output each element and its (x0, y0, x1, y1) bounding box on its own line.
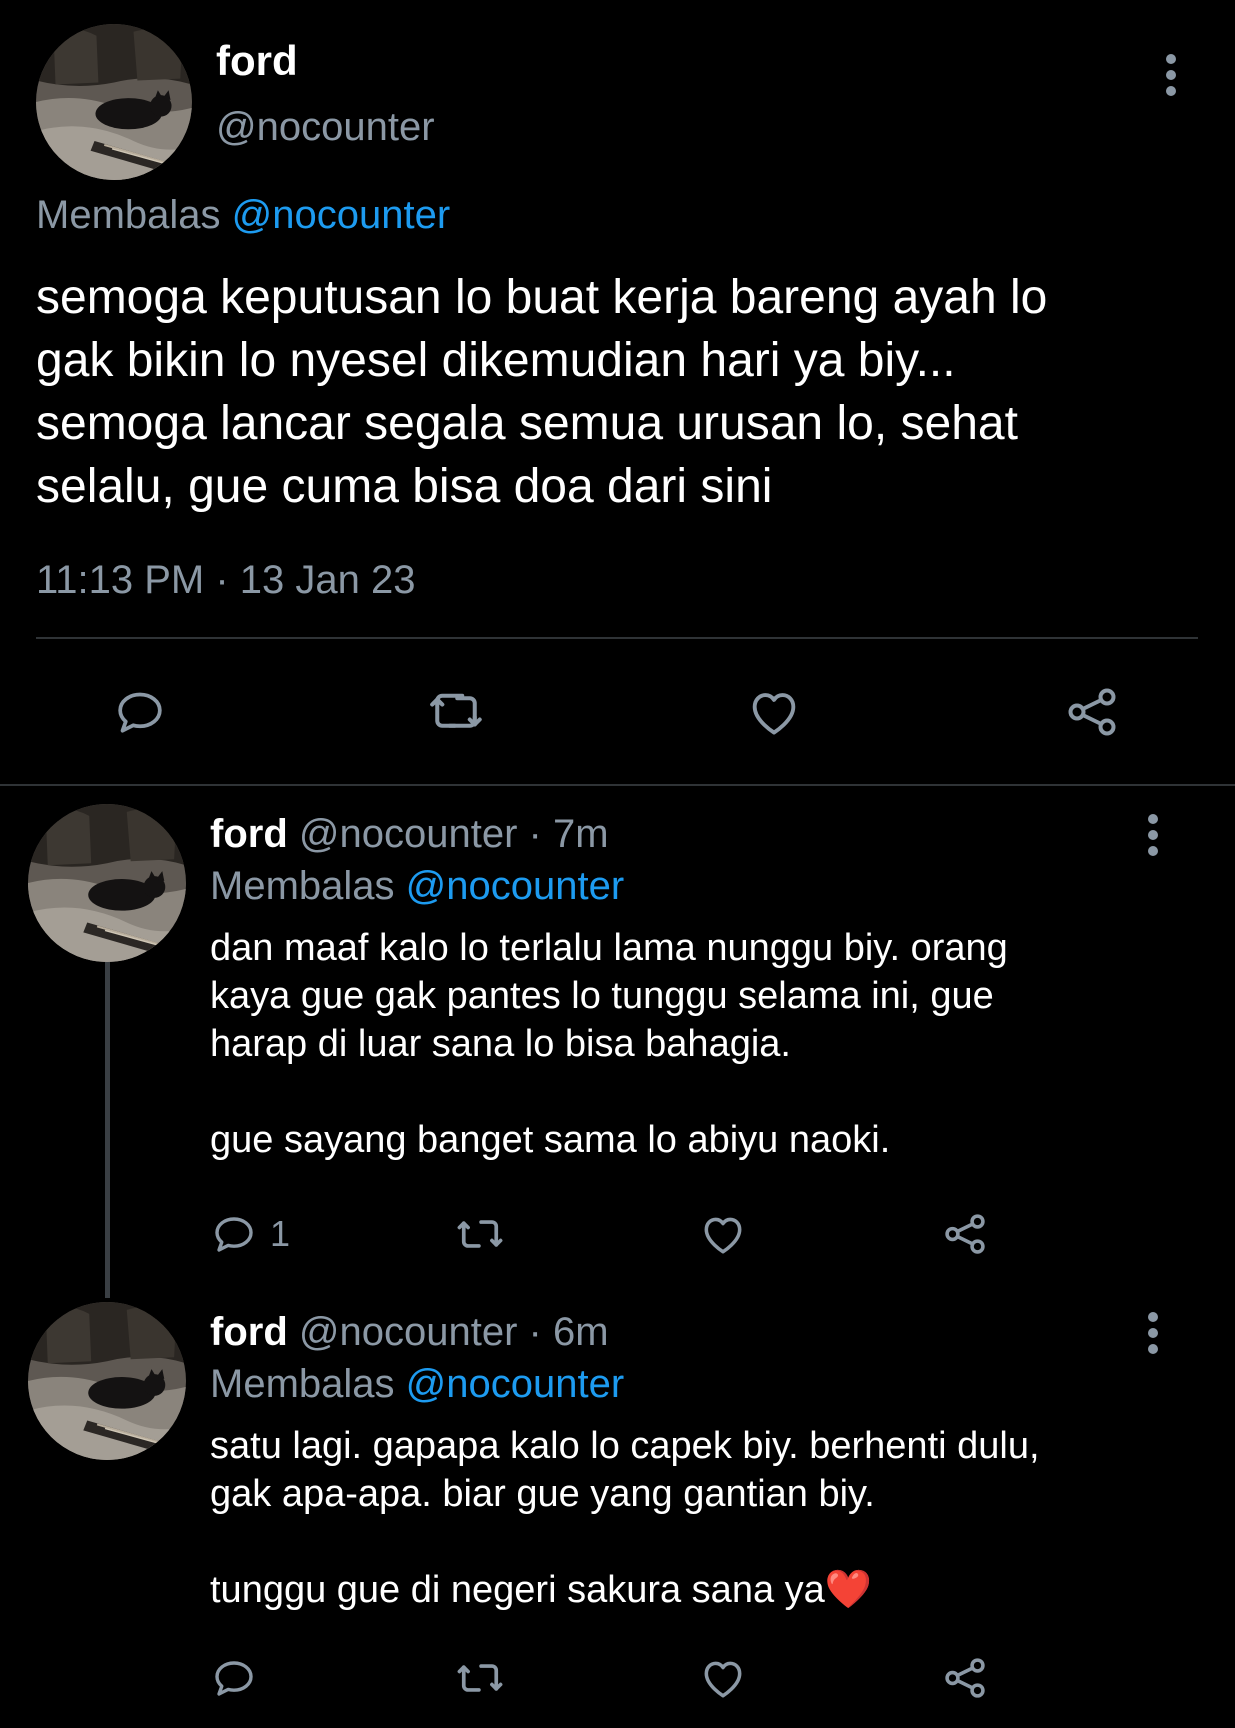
reply-icon (215, 1661, 253, 1696)
avatar-image (28, 1302, 186, 1460)
retweet-icon[interactable] (424, 680, 488, 744)
reply-header: ford @nocounter · 6m (210, 1308, 609, 1356)
user-handle[interactable]: @nocounter (299, 812, 518, 856)
display-name[interactable]: ford (210, 812, 288, 856)
more-options-icon[interactable] (1138, 814, 1168, 858)
reply-icon (215, 1217, 253, 1252)
divider (36, 637, 1198, 639)
tweet-timestamp[interactable]: 11:13 PM · 13 Jan 23 (36, 555, 416, 605)
relative-time: · 6m (517, 1310, 609, 1354)
tweet-text: dan maaf kalo lo terlalu lama nunggu biy… (210, 927, 1008, 1161)
replying-to-handle[interactable]: @nocounter (406, 864, 625, 908)
replying-label: Membalas (36, 193, 221, 237)
share-icon (945, 1658, 985, 1698)
replying-label: Membalas (210, 864, 395, 908)
avatar[interactable] (28, 804, 186, 962)
relative-time: · 7m (517, 812, 609, 856)
replying-label: Membalas (210, 1362, 395, 1406)
share-icon (945, 1214, 985, 1254)
share-icon[interactable] (1060, 680, 1124, 744)
thread-line (105, 962, 110, 1298)
main-tweet: ford @nocounter Membalas @nocounter semo… (0, 0, 1235, 786)
reply-button[interactable]: 1 (210, 1206, 290, 1262)
more-options-icon[interactable] (1156, 54, 1186, 98)
retweet-icon (457, 1664, 503, 1692)
avatar-image (28, 804, 186, 962)
more-options-icon[interactable] (1138, 1312, 1168, 1356)
reply-tweet[interactable]: ford @nocounter · 6m Membalas @nocounter… (0, 1302, 1235, 1722)
reply-header: ford @nocounter · 7m (210, 810, 609, 858)
like-icon (704, 1661, 742, 1698)
like-button[interactable] (698, 1206, 748, 1262)
like-icon (704, 1217, 742, 1254)
like-button[interactable] (698, 1650, 748, 1706)
avatar-image (36, 24, 192, 180)
user-handle[interactable]: @nocounter (299, 1310, 518, 1354)
avatar[interactable] (28, 1302, 186, 1460)
reply-count: 1 (270, 1213, 291, 1254)
share-button[interactable] (940, 1650, 990, 1706)
replying-to: Membalas @nocounter (210, 1360, 624, 1408)
retweet-button[interactable] (454, 1650, 506, 1706)
replying-to: Membalas @nocounter (36, 190, 450, 240)
reply-icon[interactable] (108, 680, 172, 744)
user-handle[interactable]: @nocounter (216, 102, 435, 152)
retweet-icon (457, 1220, 503, 1248)
display-name[interactable]: ford (210, 1310, 288, 1354)
reply-button[interactable] (210, 1650, 258, 1706)
tweet-text: satu lagi. gapapa kalo lo capek biy. ber… (210, 1425, 1040, 1611)
replying-to: Membalas @nocounter (210, 862, 624, 910)
avatar[interactable] (36, 24, 192, 180)
reply-tweet[interactable]: ford @nocounter · 7m Membalas @nocounter… (0, 804, 1235, 1300)
share-button[interactable] (940, 1206, 990, 1262)
display-name[interactable]: ford (216, 36, 298, 86)
like-icon[interactable] (742, 680, 806, 744)
replying-to-handle[interactable]: @nocounter (232, 193, 451, 237)
tweet-text: semoga keputusan lo buat kerja bareng ay… (36, 271, 1048, 513)
replying-to-handle[interactable]: @nocounter (406, 1362, 625, 1406)
retweet-button[interactable] (454, 1206, 506, 1262)
